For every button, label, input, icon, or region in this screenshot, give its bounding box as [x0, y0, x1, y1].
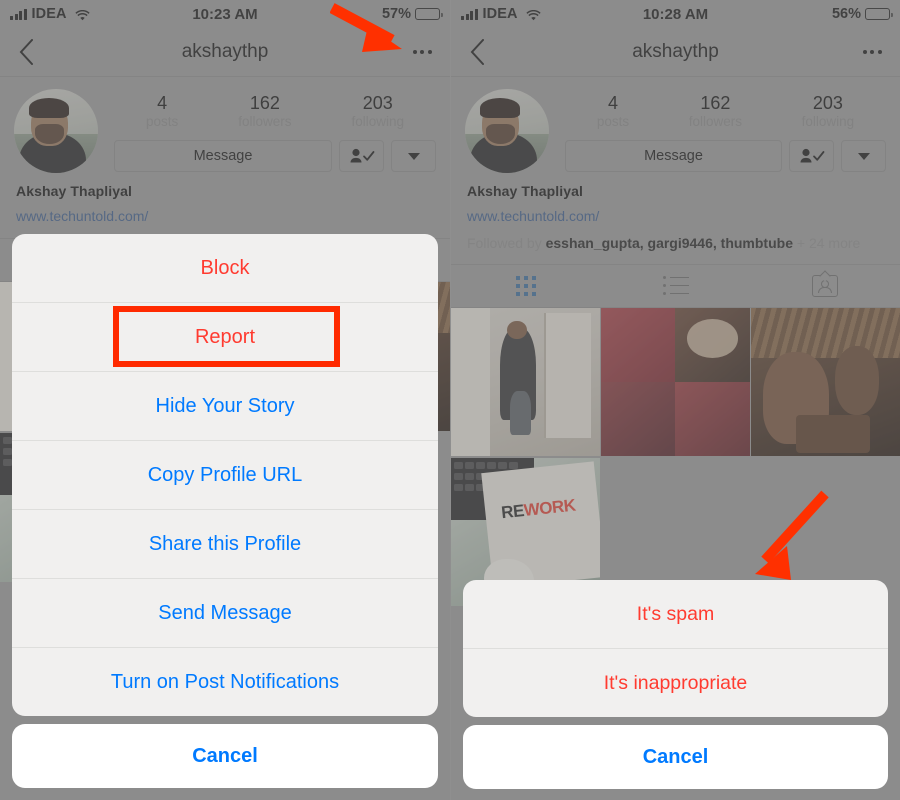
- phone-screen-left: IDEA 10:23 AM 57% akshaythp 4 posts 162 …: [0, 0, 450, 800]
- action-sheet-left: Block Report Hide Your Story Copy Profil…: [0, 234, 450, 800]
- sheet-item-send-message[interactable]: Send Message: [12, 579, 438, 648]
- sheet-item-share-this-profile[interactable]: Share this Profile: [12, 510, 438, 579]
- screenshot-root: IDEA 10:23 AM 57% akshaythp 4 posts 162 …: [0, 0, 900, 800]
- sheet-item-its-spam[interactable]: It's spam: [463, 580, 888, 649]
- sheet-item-report[interactable]: Report: [12, 303, 438, 372]
- sheet-item-turn-on-post-notifications[interactable]: Turn on Post Notifications: [12, 648, 438, 716]
- phone-screen-right: IDEA 10:28 AM 56% akshaythp 4 posts 162 …: [450, 0, 900, 800]
- cancel-button[interactable]: Cancel: [12, 724, 438, 788]
- sheet-item-hide-your-story[interactable]: Hide Your Story: [12, 372, 438, 441]
- cancel-button[interactable]: Cancel: [463, 725, 888, 789]
- report-reason-options: It's spam It's inappropriate: [463, 580, 888, 717]
- sheet-item-block[interactable]: Block: [12, 234, 438, 303]
- action-sheet-right: It's spam It's inappropriate Cancel: [451, 580, 900, 800]
- sheet-item-copy-profile-url[interactable]: Copy Profile URL: [12, 441, 438, 510]
- action-sheet-options: Block Report Hide Your Story Copy Profil…: [12, 234, 438, 716]
- sheet-item-its-inappropriate[interactable]: It's inappropriate: [463, 649, 888, 717]
